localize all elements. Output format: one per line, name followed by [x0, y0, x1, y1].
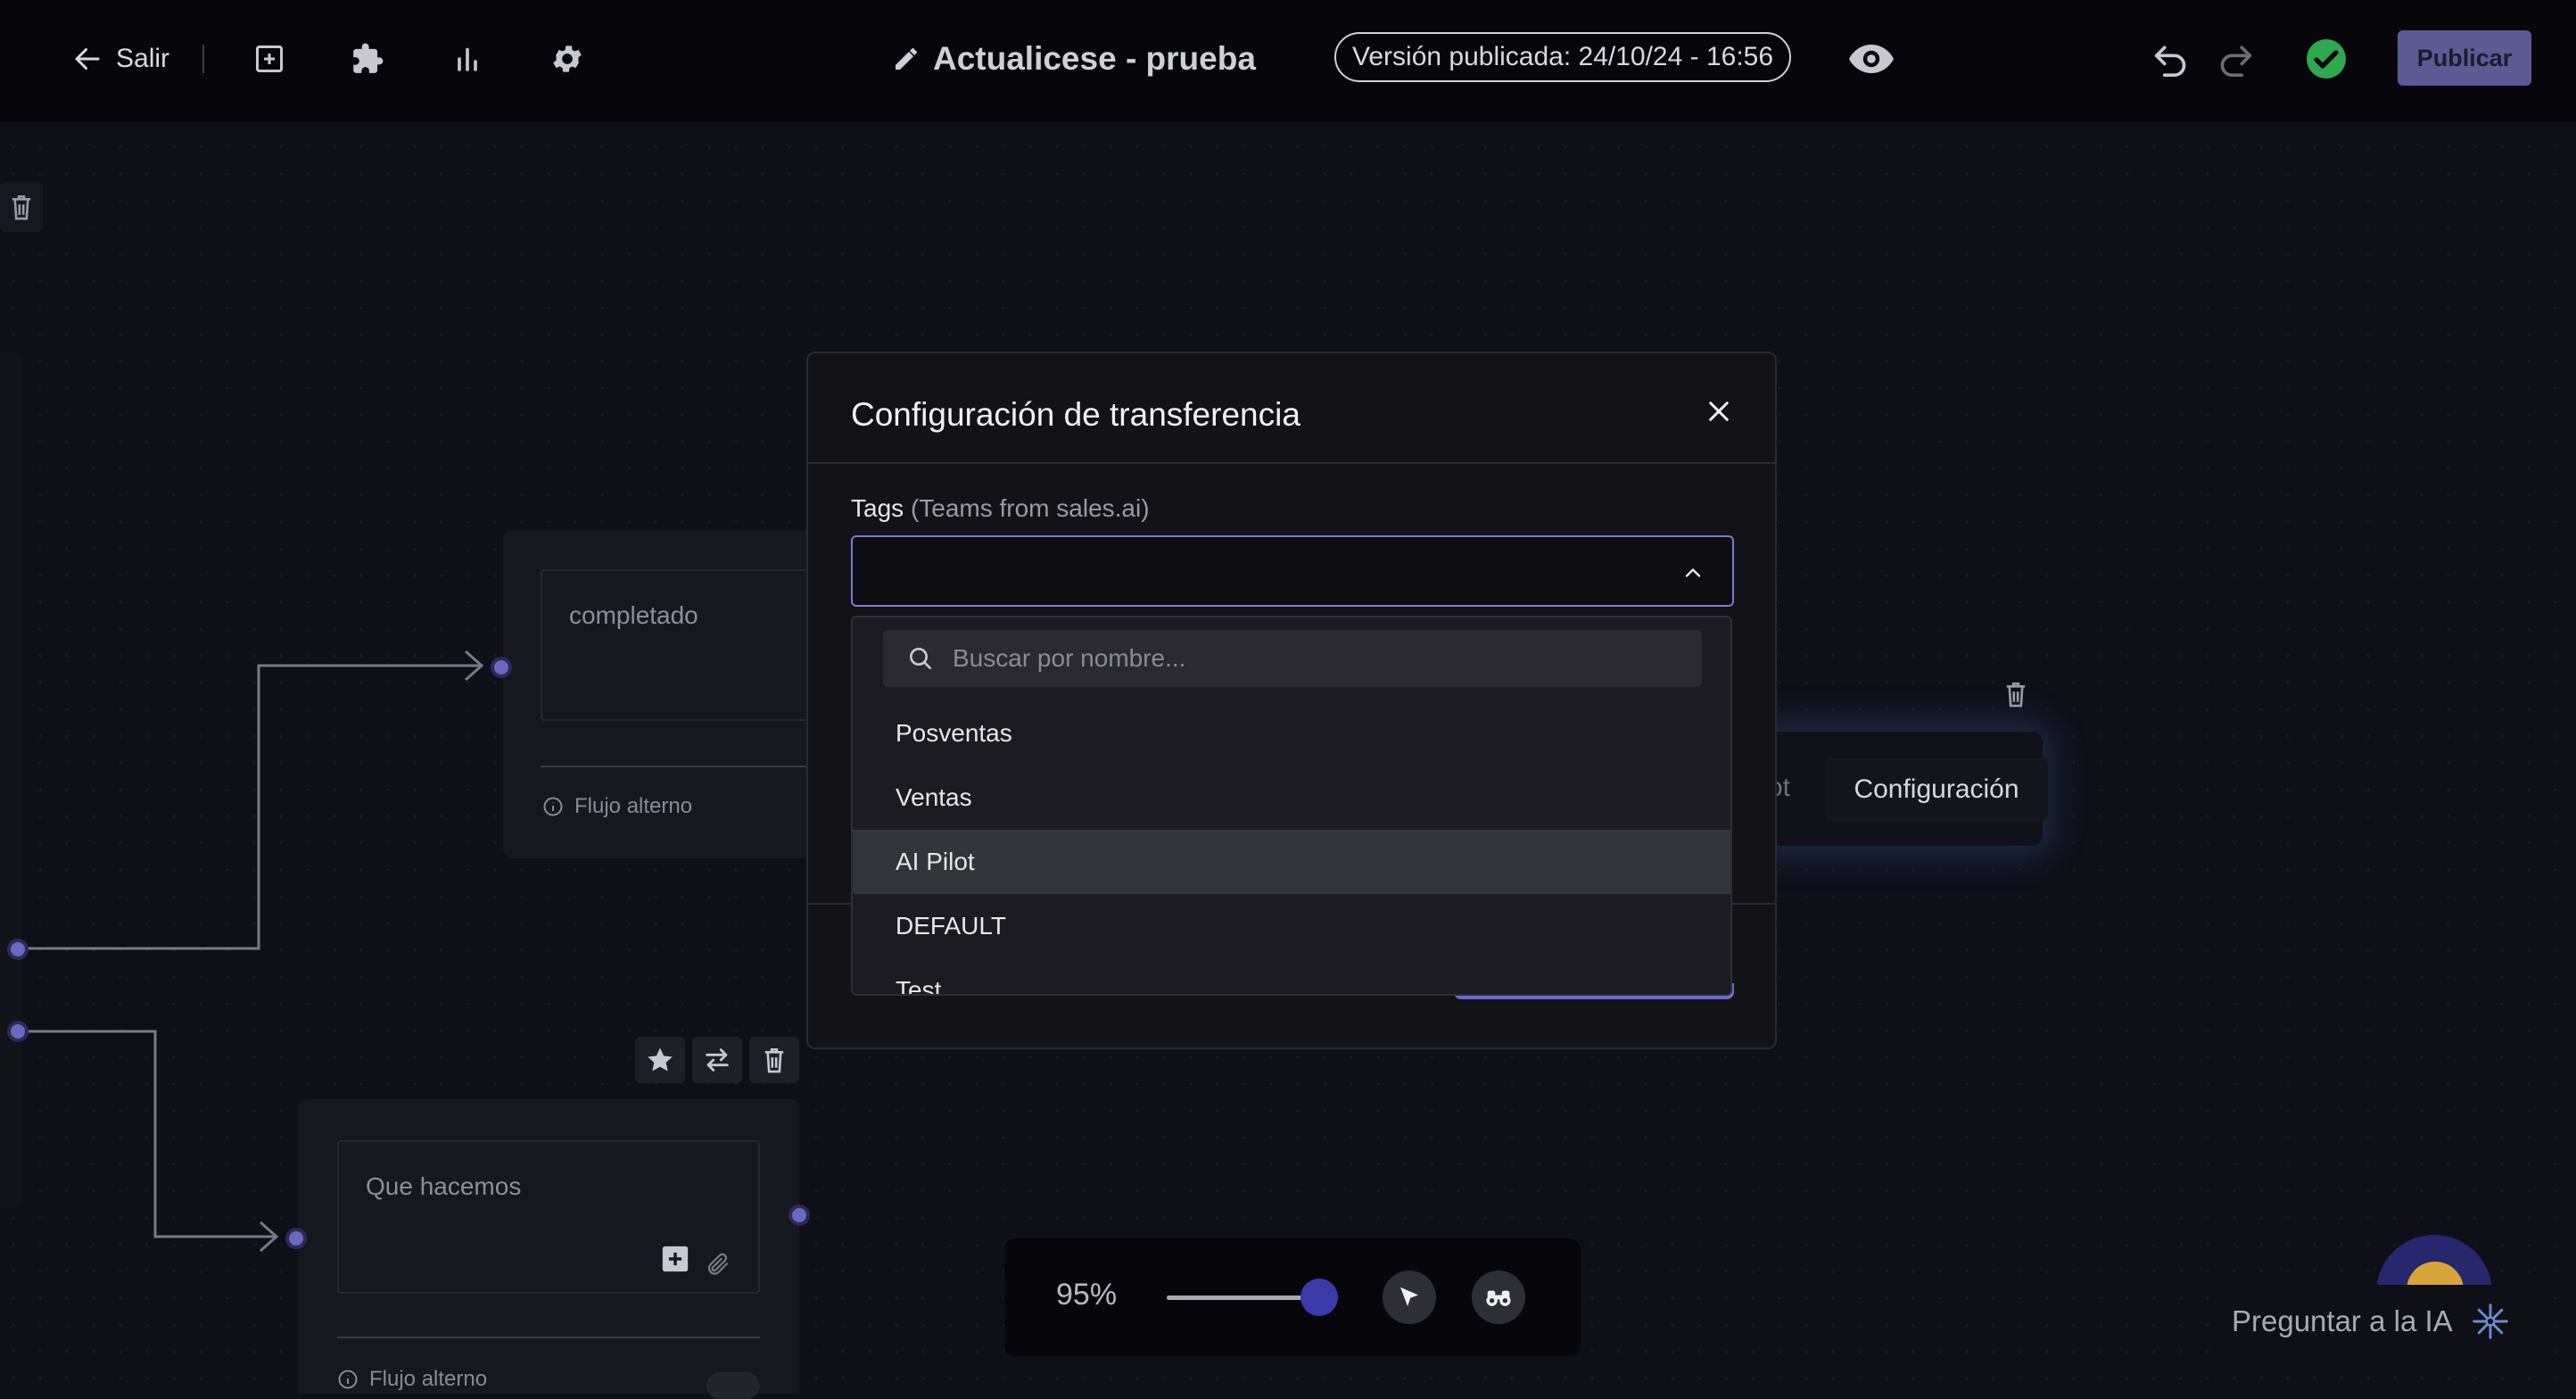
zoom-level: 95% — [1056, 1278, 1118, 1312]
node-divider — [541, 766, 844, 767]
info-icon — [337, 1369, 359, 1390]
tags-select[interactable] — [851, 535, 1734, 607]
node-input-handle[interactable] — [491, 657, 512, 678]
cursor-icon — [1396, 1284, 1423, 1311]
tags-search-input[interactable] — [951, 643, 1668, 674]
flow-alternate-label: Flujo alterno — [574, 794, 693, 818]
ask-ai-button[interactable]: Preguntar a la IA — [2214, 1285, 2535, 1358]
close-icon — [1705, 397, 1733, 426]
tags-sublabel: (Teams from sales.ai) — [910, 494, 1150, 522]
chevron-up-icon — [1680, 560, 1705, 585]
tags-dropdown: Posventas Ventas AI Pilot DEFAULT Test — [851, 616, 1732, 996]
node-que-hacemos-text[interactable]: Que hacemos — [337, 1140, 760, 1294]
search-icon — [906, 644, 935, 673]
flow-alternate: Flujo alterno — [337, 1367, 487, 1392]
node-input-handle[interactable] — [285, 1228, 307, 1249]
swap-icon — [702, 1045, 732, 1075]
attach-button[interactable] — [705, 1251, 731, 1278]
connector-handle[interactable] — [7, 939, 29, 960]
zoom-slider[interactable] — [1167, 1279, 1338, 1316]
favorite-button[interactable] — [635, 1037, 685, 1083]
tag-option-highlighted[interactable]: AI Pilot — [853, 830, 1730, 894]
flow-alternate: Flujo alterno — [542, 794, 692, 819]
ask-ai-label: Preguntar a la IA — [2232, 1304, 2453, 1337]
tags-search[interactable] — [883, 630, 1702, 687]
zoom-slider-handle[interactable] — [1300, 1279, 1338, 1316]
tags-label-text: Tags — [851, 494, 904, 522]
close-button[interactable] — [1697, 389, 1741, 434]
trash-icon — [2002, 680, 2029, 708]
node-transfer-delete-button[interactable] — [1993, 671, 2039, 717]
sparkle-icon — [2471, 1302, 2510, 1341]
tag-option[interactable]: DEFAULT — [853, 894, 1730, 958]
tag-option[interactable]: Posventas — [853, 701, 1730, 766]
zoom-controls: 95% — [1004, 1238, 1581, 1356]
add-attachment-button[interactable] — [660, 1244, 690, 1274]
zoom-slider-fill — [1167, 1296, 1319, 1300]
binoculars-icon — [1484, 1284, 1513, 1311]
star-icon — [645, 1045, 675, 1075]
configuration-button[interactable]: Configuración — [1825, 758, 2048, 821]
delete-node-button[interactable] — [749, 1037, 799, 1083]
find-button[interactable] — [1472, 1271, 1525, 1324]
connector-handle[interactable] — [7, 1021, 29, 1042]
add-box-icon — [660, 1244, 690, 1274]
trash-icon — [761, 1046, 788, 1074]
flow-alternate-toggle[interactable] — [706, 1372, 760, 1399]
node-output-handle[interactable] — [788, 1204, 810, 1226]
node-divider — [337, 1337, 760, 1338]
info-icon — [542, 796, 564, 817]
tag-option[interactable]: Test — [853, 958, 1730, 994]
modal-title: Configuración de transferencia — [851, 396, 1300, 433]
select-tool-button[interactable] — [1383, 1271, 1436, 1324]
tags-label: Tags (Teams from sales.ai) — [851, 494, 1150, 523]
tag-option[interactable]: Ventas — [853, 766, 1730, 830]
modal-header-divider — [808, 462, 1775, 464]
node-que-hacemos[interactable]: Que hacemos Flujo alterno — [298, 1099, 799, 1399]
paperclip-icon — [705, 1251, 731, 1278]
flow-alternate-label: Flujo alterno — [369, 1367, 488, 1391]
swap-button[interactable] — [692, 1037, 742, 1083]
node-completado-text[interactable]: completado — [541, 569, 844, 721]
